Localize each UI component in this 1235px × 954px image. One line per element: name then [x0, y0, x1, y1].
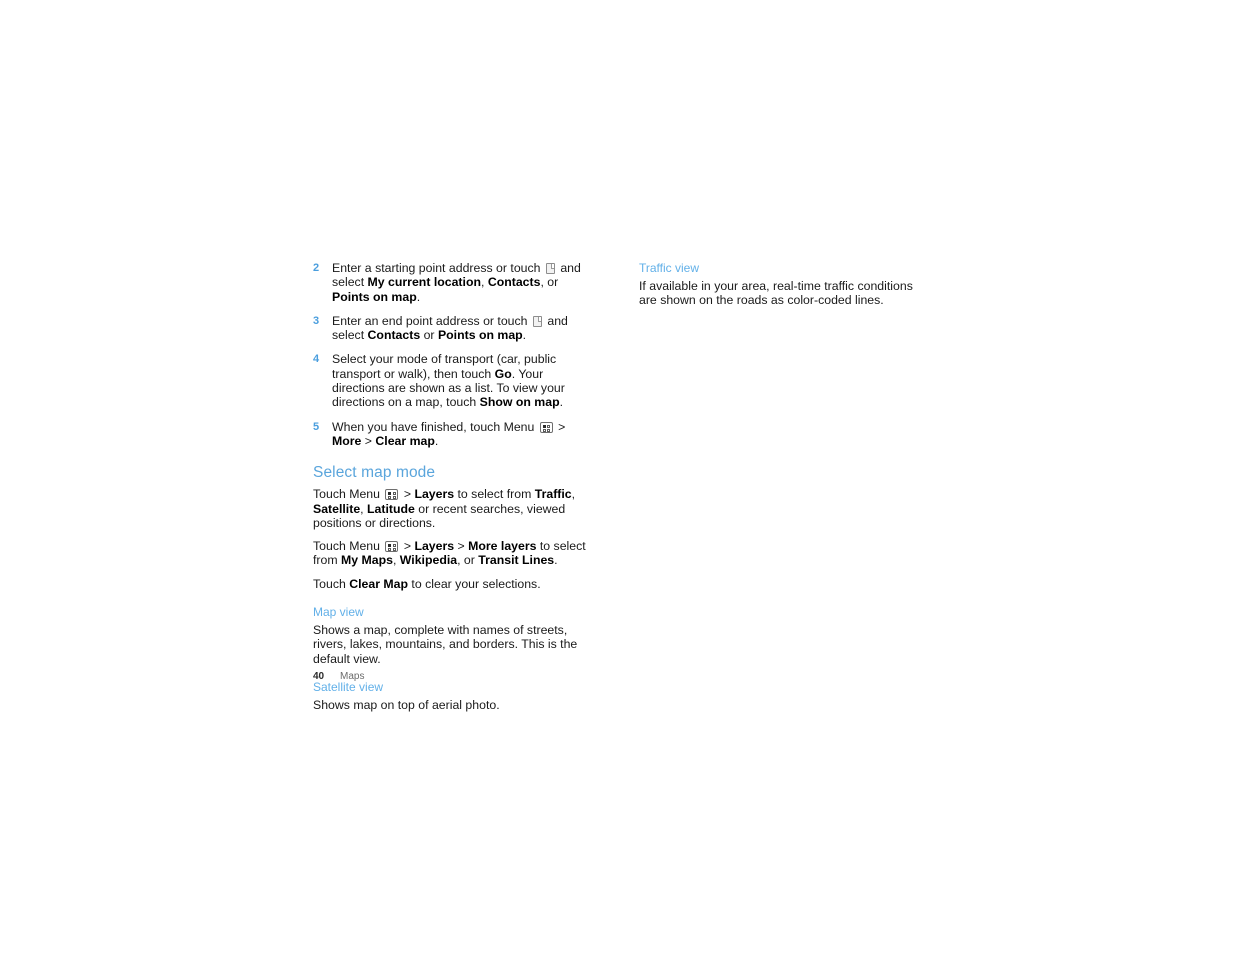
emphasis-term: Traffic [534, 487, 572, 502]
emphasis-term: My current location [367, 275, 481, 290]
inline-text: > [400, 487, 415, 502]
inline-text: Enter an end point address or touch [332, 313, 531, 328]
menu-icon-cell [547, 424, 551, 428]
menu-icon-cell [542, 424, 546, 428]
subsection-text: Shows map on top of aerial photo. [313, 697, 500, 712]
inline-text: > [454, 539, 469, 554]
step-text: Enter a starting point address or touch … [332, 261, 597, 304]
step-text: Select your mode of transport (car, publ… [332, 352, 597, 409]
menu-icon-cell [392, 492, 396, 496]
numbered-step: 4 Select your mode of transport (car, pub… [313, 352, 597, 409]
numbered-step: 3 Enter an end point address or touch and… [313, 314, 597, 343]
inline-text: When you have finished, touch Menu [332, 419, 538, 434]
right-column: Traffic view If available in your area, r… [639, 261, 929, 308]
numbered-step: 5 When you have finished, touch Menu > Mo… [313, 420, 597, 449]
emphasis-term: Layers [414, 539, 455, 554]
emphasis-term: Clear map [375, 433, 435, 448]
contacts-icon [532, 315, 542, 327]
menu-icon [385, 541, 399, 553]
menu-icon-cell [392, 496, 396, 500]
emphasis-term: Transit Lines [478, 553, 555, 568]
step-text: Enter an end point address or touch and … [332, 314, 597, 343]
menu-icon [539, 421, 553, 433]
menu-icon-cell [547, 428, 551, 432]
section-paragraphs: Touch Menu > Layers to select from Traff… [313, 487, 597, 591]
subsection-list-right: Traffic view If available in your area, r… [639, 261, 929, 308]
section-heading-select-map-mode: Select map mode [313, 464, 436, 482]
emphasis-term: Points on map [437, 328, 523, 343]
emphasis-term: Layers [414, 487, 455, 502]
emphasis-term: Show on map [479, 395, 560, 410]
subsection-heading: Map view [313, 605, 364, 620]
page-footer: 40 Maps [313, 671, 364, 683]
step-number: 2 [313, 262, 320, 274]
step-number: 5 [313, 420, 320, 433]
subsection-text: Shows a map, complete with names of stre… [313, 623, 578, 666]
section-paragraph: Touch Menu > Layers > More layers to sel… [313, 539, 597, 568]
inline-text: Enter a starting point address or touch [332, 261, 544, 275]
inline-text: . [522, 328, 527, 343]
inline-text: , [360, 501, 368, 516]
inline-text: , or [540, 275, 559, 290]
subsection-text: If available in your area, real-time tra… [639, 279, 913, 308]
emphasis-term: Wikipedia [399, 553, 458, 568]
inline-text: , [480, 275, 488, 290]
step-text: When you have finished, touch Menu > Mor… [332, 420, 597, 449]
footer-page-number: 40 [313, 671, 325, 682]
emphasis-term: Contacts [367, 328, 421, 343]
emphasis-term: Latitude [367, 501, 415, 516]
section-paragraph: Touch Menu > Layers to select from Traff… [313, 487, 597, 530]
inline-text: to clear your selections. [408, 576, 541, 591]
inline-text: . [559, 395, 564, 410]
menu-icon-cell [392, 544, 396, 548]
inline-text: . [554, 553, 558, 568]
left-column: 2 Enter a starting point address or touch… [313, 261, 597, 712]
manual-page: 2 Enter a starting point address or touch… [0, 0, 1235, 954]
menu-icon-cell [388, 548, 392, 552]
step-number: 4 [313, 353, 320, 366]
section-paragraph: Touch Clear Map to clear your selections… [313, 577, 597, 591]
inline-text: or [420, 328, 438, 343]
emphasis-term: My Maps [341, 553, 393, 568]
menu-icon [385, 489, 399, 501]
subsection-list-left: Map view Shows a map, complete with names… [313, 605, 597, 712]
inline-text: > [554, 419, 566, 434]
emphasis-term: Satellite [313, 501, 361, 516]
contacts-icon [545, 263, 555, 274]
inline-text: Touch Menu [313, 539, 384, 554]
emphasis-term: More [332, 433, 362, 448]
inline-text: , [571, 487, 576, 502]
emphasis-term: Points on map [332, 289, 417, 304]
inline-text: Touch Menu [313, 487, 384, 502]
menu-icon-cell [388, 496, 392, 500]
emphasis-term: Contacts [487, 275, 541, 290]
inline-text: Touch [313, 576, 350, 591]
emphasis-term: More layers [468, 539, 537, 554]
numbered-step-list: 2 Enter a starting point address or touch… [313, 261, 597, 448]
inline-text: . [416, 289, 421, 304]
step-number: 3 [313, 314, 320, 327]
inline-text: , or [457, 553, 479, 568]
numbered-step: 2 Enter a starting point address or touch… [313, 261, 597, 304]
subsection-heading: Traffic view [639, 261, 700, 275]
emphasis-term: Clear Map [349, 576, 409, 591]
inline-text: to select from [454, 487, 535, 502]
inline-text: > [361, 433, 376, 448]
emphasis-term: Go [494, 366, 512, 381]
footer-chapter-name: Maps [340, 671, 365, 682]
menu-icon-cell [388, 492, 392, 496]
inline-text: > [400, 539, 415, 554]
menu-icon-cell [542, 428, 546, 432]
menu-icon-cell [392, 548, 396, 552]
inline-text: , [392, 553, 400, 568]
inline-text: . [434, 433, 439, 448]
menu-icon-cell [388, 544, 392, 548]
